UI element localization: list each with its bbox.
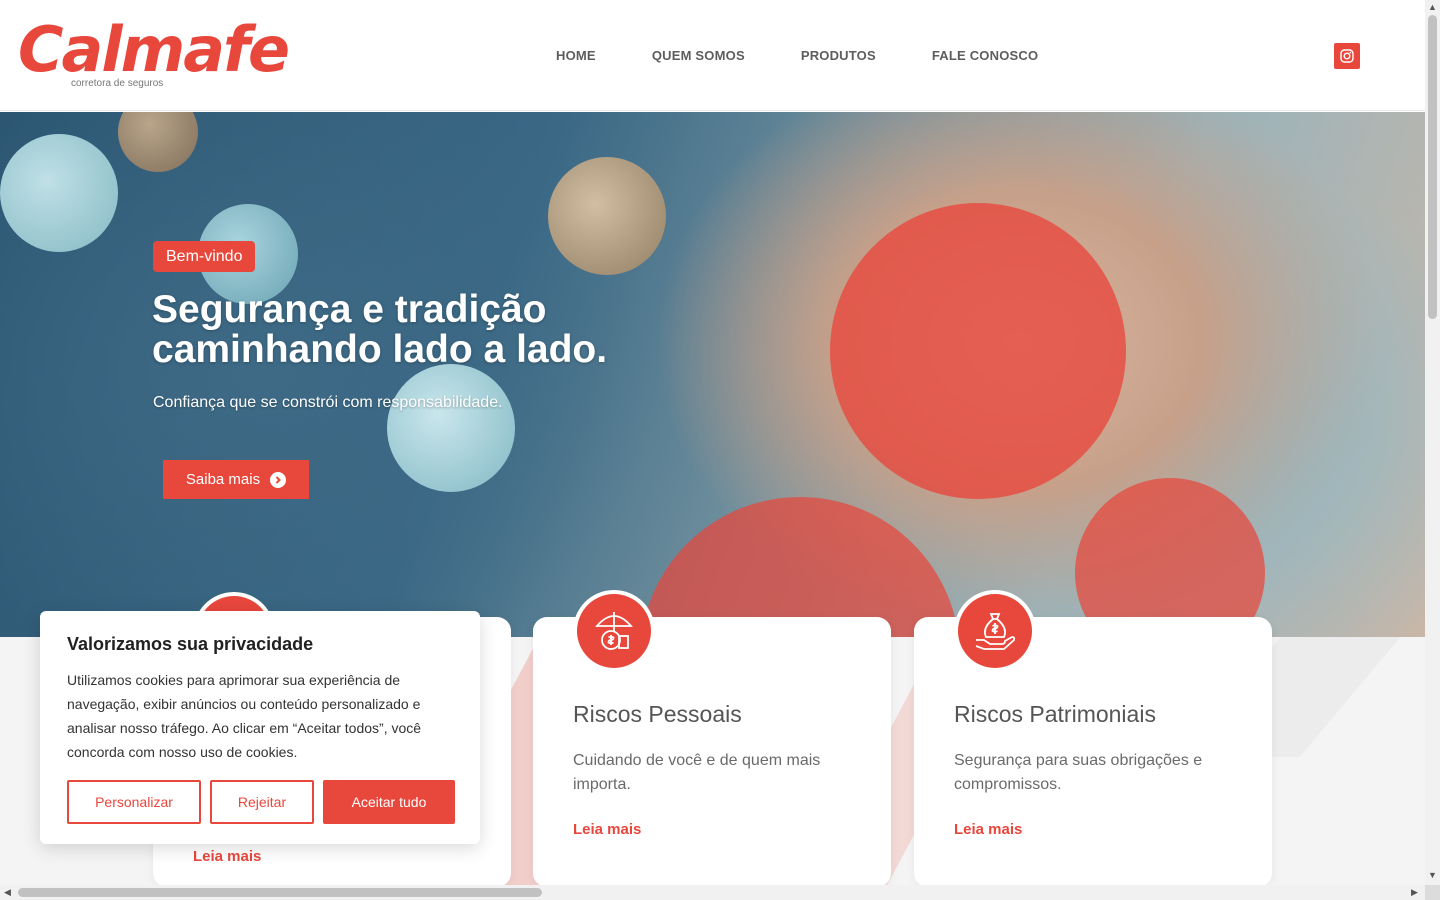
leia-mais-link[interactable]: Leia mais	[573, 821, 641, 838]
hero-subtitle: Confiança que se constrói com responsabi…	[153, 394, 503, 411]
decorative-circle	[640, 497, 960, 637]
horizontal-scrollbar[interactable]: ◀ ▶	[0, 885, 1425, 900]
accept-all-button[interactable]: Aceitar tudo	[323, 780, 455, 824]
lights-decoration	[387, 364, 515, 492]
cookie-actions: Personalizar Rejeitar Aceitar tudo	[67, 780, 455, 824]
site-header: Calmafe corretora de seguros HOME QUEM S…	[0, 0, 1425, 111]
customize-button[interactable]: Personalizar	[67, 780, 201, 824]
arrow-right-circle-icon	[270, 471, 287, 488]
lights-decoration	[0, 134, 118, 252]
instagram-icon[interactable]	[1334, 43, 1360, 69]
nav-quem-somos[interactable]: QUEM SOMOS	[652, 48, 745, 63]
main-nav: HOME QUEM SOMOS PRODUTOS FALE CONOSCO	[556, 48, 1038, 63]
scroll-right-icon[interactable]: ▶	[1411, 887, 1418, 898]
lights-decoration	[548, 157, 666, 275]
leia-mais-link[interactable]: Leia mais	[193, 848, 261, 865]
nav-produtos[interactable]: PRODUTOS	[801, 48, 876, 63]
reject-button[interactable]: Rejeitar	[210, 780, 314, 824]
umbrella-money-icon	[573, 590, 655, 672]
money-bag-hand-icon	[954, 590, 1036, 672]
decorative-circle	[830, 203, 1126, 499]
vertical-scroll-thumb[interactable]	[1428, 15, 1437, 319]
hero-banner: Bem-vindo Segurança e tradição caminhand…	[0, 112, 1425, 637]
card-title: Riscos Pessoais	[573, 701, 742, 727]
cookie-consent-banner: Valorizamos sua privacidade Utilizamos c…	[40, 611, 480, 844]
nav-home[interactable]: HOME	[556, 48, 596, 63]
cookie-text: Utilizamos cookies para aprimorar sua ex…	[67, 672, 422, 760]
scroll-up-icon[interactable]: ▲	[1428, 2, 1437, 12]
leia-mais-link[interactable]: Leia mais	[954, 821, 1022, 838]
saiba-mais-button[interactable]: Saiba mais	[163, 460, 309, 499]
welcome-badge: Bem-vindo	[153, 241, 256, 272]
logo-wordmark: Calmafe	[18, 13, 290, 86]
logo[interactable]: Calmafe corretora de seguros	[18, 14, 290, 94]
cookie-title: Valorizamos sua privacidade	[67, 634, 314, 654]
hero-title: Segurança e tradição caminhando lado a l…	[152, 288, 608, 371]
decorative-circle	[1075, 478, 1265, 637]
page: Calmafe corretora de seguros HOME QUEM S…	[0, 0, 1440, 900]
card-title: Riscos Patrimoniais	[954, 701, 1156, 727]
lights-decoration	[118, 112, 198, 172]
service-card-riscos-pessoais: Riscos Pessoais Cuidando de você e de qu…	[533, 590, 891, 887]
scroll-down-icon[interactable]: ▼	[1428, 870, 1437, 880]
vertical-scrollbar[interactable]: ▲ ▼	[1425, 0, 1440, 885]
nav-fale-conosco[interactable]: FALE CONOSCO	[932, 48, 1038, 63]
saiba-mais-label: Saiba mais	[185, 471, 261, 488]
service-card-riscos-patrimoniais: Riscos Patrimoniais Segurança para suas …	[914, 590, 1272, 887]
scrollbar-corner	[1425, 885, 1440, 900]
card-description: Cuidando de você e de quem mais importa.	[573, 752, 821, 793]
horizontal-scroll-thumb[interactable]	[18, 888, 542, 897]
card-description: Segurança para suas obrigações e comprom…	[954, 752, 1203, 793]
scroll-left-icon[interactable]: ◀	[4, 887, 11, 898]
logo-tagline: corretora de seguros	[71, 78, 164, 89]
